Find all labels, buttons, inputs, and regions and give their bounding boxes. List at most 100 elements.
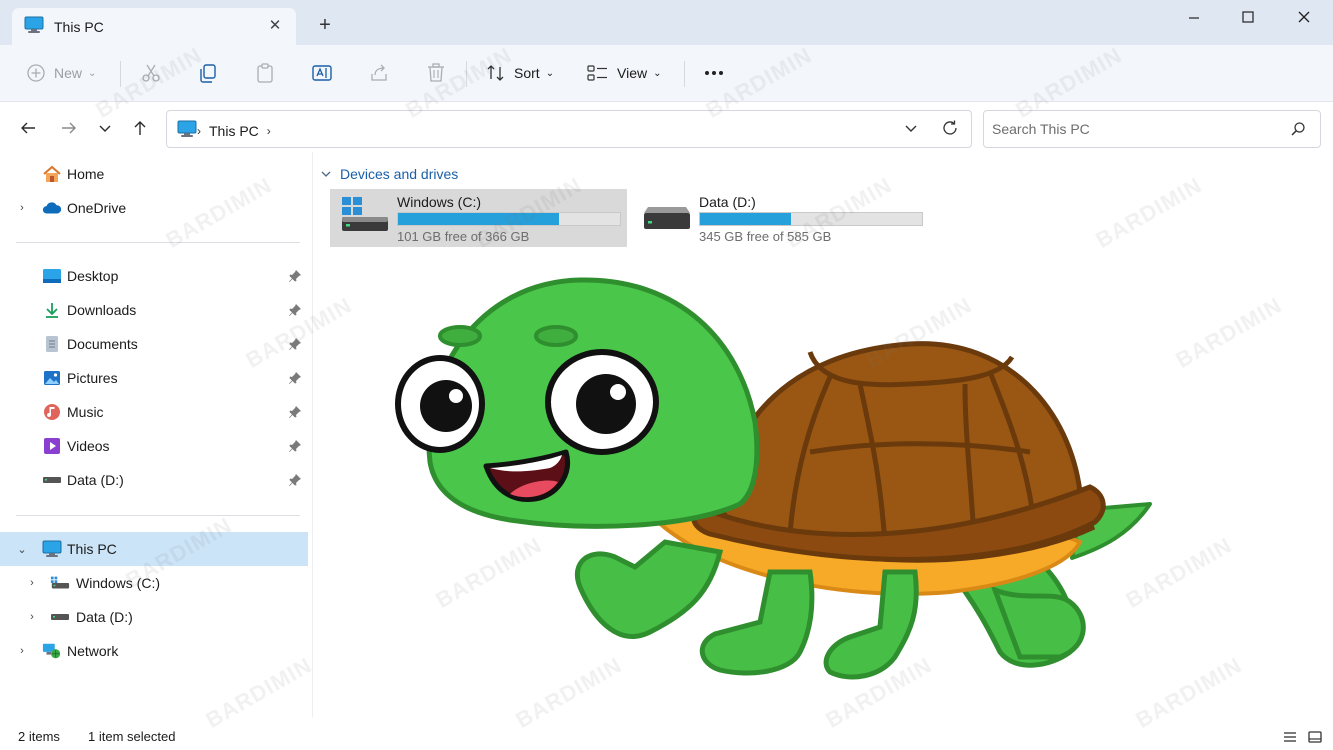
sidebar-item-label: Desktop [67, 268, 119, 284]
sidebar-item-label: Windows (C:) [76, 575, 161, 591]
sidebar-divider [16, 515, 300, 516]
chevron-down-icon [99, 125, 111, 132]
title-bar: This PC ✕ + [0, 0, 1333, 45]
drive-usage-fill [700, 213, 792, 225]
sort-button[interactable]: Sort ⌄ [486, 58, 554, 88]
view-icon [587, 65, 607, 81]
minimize-icon [1189, 17, 1199, 19]
delete-button[interactable] [425, 58, 447, 88]
maximize-icon [1242, 11, 1254, 23]
close-tab-icon[interactable]: ✕ [266, 16, 284, 34]
rename-icon [312, 65, 332, 81]
sidebar-item-downloads[interactable]: Downloads [0, 293, 308, 327]
sidebar-item-desktop[interactable]: Desktop [0, 259, 308, 293]
sidebar-item-label: Data (D:) [76, 609, 133, 625]
paste-button[interactable] [254, 58, 276, 88]
chevron-right-icon[interactable]: › [197, 124, 201, 138]
pin-icon[interactable] [288, 473, 302, 487]
pin-icon[interactable] [288, 371, 302, 385]
sidebar-item-videos[interactable]: Videos [0, 429, 308, 463]
drive-icon [50, 607, 70, 627]
pin-icon[interactable] [288, 269, 302, 283]
sidebar-item-music[interactable]: Music [0, 395, 308, 429]
back-button[interactable] [15, 115, 41, 141]
drive-tile-data-d[interactable]: Data (D:) 345 GB free of 585 GB [632, 189, 929, 247]
sidebar-item-label: OneDrive [67, 200, 127, 216]
new-button[interactable]: New ⌄ [26, 58, 96, 88]
document-icon [42, 334, 62, 354]
sidebar-item-onedrive[interactable]: › OneDrive [0, 191, 308, 225]
new-tab-button[interactable]: + [314, 14, 336, 36]
refresh-button[interactable] [941, 119, 959, 140]
chevron-down-icon[interactable]: ⌄ [16, 543, 28, 556]
maximize-button[interactable] [1234, 6, 1262, 28]
breadcrumb-this-pc[interactable]: This PC [209, 123, 259, 139]
drive-name: Windows (C:) [397, 194, 482, 210]
sidebar-item-home[interactable]: Home [0, 157, 308, 191]
pictures-icon [42, 368, 62, 388]
chevron-right-icon[interactable]: › [26, 611, 38, 623]
drive-name: Data (D:) [699, 194, 756, 210]
sort-icon [487, 65, 504, 81]
chevron-down-icon: ⌄ [88, 67, 97, 79]
desktop-icon [42, 266, 62, 286]
monitor-icon [177, 120, 197, 141]
windows-drive-icon [50, 573, 70, 593]
tab-this-pc[interactable]: This PC ✕ [12, 8, 296, 45]
rename-button[interactable] [311, 58, 333, 88]
up-button[interactable] [127, 115, 153, 141]
minimize-button[interactable] [1180, 6, 1208, 28]
drive-tile-windows-c[interactable]: Windows (C:) 101 GB free of 366 GB [330, 189, 627, 247]
recent-locations-button[interactable] [92, 115, 118, 141]
pin-icon[interactable] [288, 439, 302, 453]
sidebar-item-this-pc[interactable]: ⌄ This PC [0, 532, 308, 566]
toolbar-divider [120, 61, 121, 87]
pane-divider[interactable] [312, 152, 313, 717]
forward-button[interactable] [56, 115, 82, 141]
view-label: View [617, 65, 648, 81]
cloud-icon [42, 198, 62, 218]
home-icon [42, 164, 62, 184]
chevron-right-icon[interactable]: › [267, 124, 271, 138]
chevron-down-icon [905, 125, 917, 132]
pin-icon[interactable] [288, 337, 302, 351]
navigation-pane: Home › OneDrive Desktop Downloads Docume… [0, 152, 312, 717]
sidebar-item-windows-c[interactable]: › Windows (C:) [0, 566, 308, 600]
network-icon [42, 641, 62, 661]
search-input[interactable] [992, 119, 1282, 139]
drive-free-space: 101 GB free of 366 GB [397, 229, 530, 244]
copy-button[interactable] [197, 58, 219, 88]
sidebar-item-documents[interactable]: Documents [0, 327, 308, 361]
chevron-right-icon[interactable]: › [26, 577, 38, 589]
cut-button[interactable] [140, 58, 162, 88]
trash-icon [428, 63, 444, 82]
pin-icon[interactable] [288, 303, 302, 317]
sidebar-item-pictures[interactable]: Pictures [0, 361, 308, 395]
details-view-button[interactable] [1281, 728, 1299, 746]
share-button[interactable] [368, 58, 390, 88]
chevron-down-icon [321, 171, 331, 177]
share-icon [371, 64, 387, 81]
arrow-right-icon [62, 122, 76, 134]
status-bar: 2 items 1 item selected [0, 725, 1333, 750]
more-options-button[interactable] [704, 58, 724, 88]
pin-icon[interactable] [288, 405, 302, 419]
sidebar-divider [16, 242, 300, 243]
windows-drive-icon [342, 197, 388, 231]
sidebar-item-data-d-drive[interactable]: › Data (D:) [0, 600, 308, 634]
turtle-illustration [395, 277, 1152, 680]
search-icon[interactable] [1290, 121, 1306, 140]
chevron-down-icon: ⌄ [653, 67, 662, 79]
view-button[interactable]: View ⌄ [587, 58, 661, 88]
chevron-right-icon[interactable]: › [16, 202, 28, 214]
sidebar-item-data-d[interactable]: Data (D:) [0, 463, 308, 497]
drive-usage-fill [398, 213, 559, 225]
group-header-devices[interactable]: Devices and drives [320, 166, 458, 182]
sidebar-item-network[interactable]: › Network [0, 634, 308, 668]
address-history-button[interactable] [903, 120, 919, 139]
tiles-view-button[interactable] [1306, 728, 1324, 746]
chevron-right-icon[interactable]: › [16, 645, 28, 657]
address-bar[interactable]: › This PC › [166, 110, 972, 148]
close-window-button[interactable] [1290, 6, 1318, 28]
search-box[interactable] [983, 110, 1321, 148]
